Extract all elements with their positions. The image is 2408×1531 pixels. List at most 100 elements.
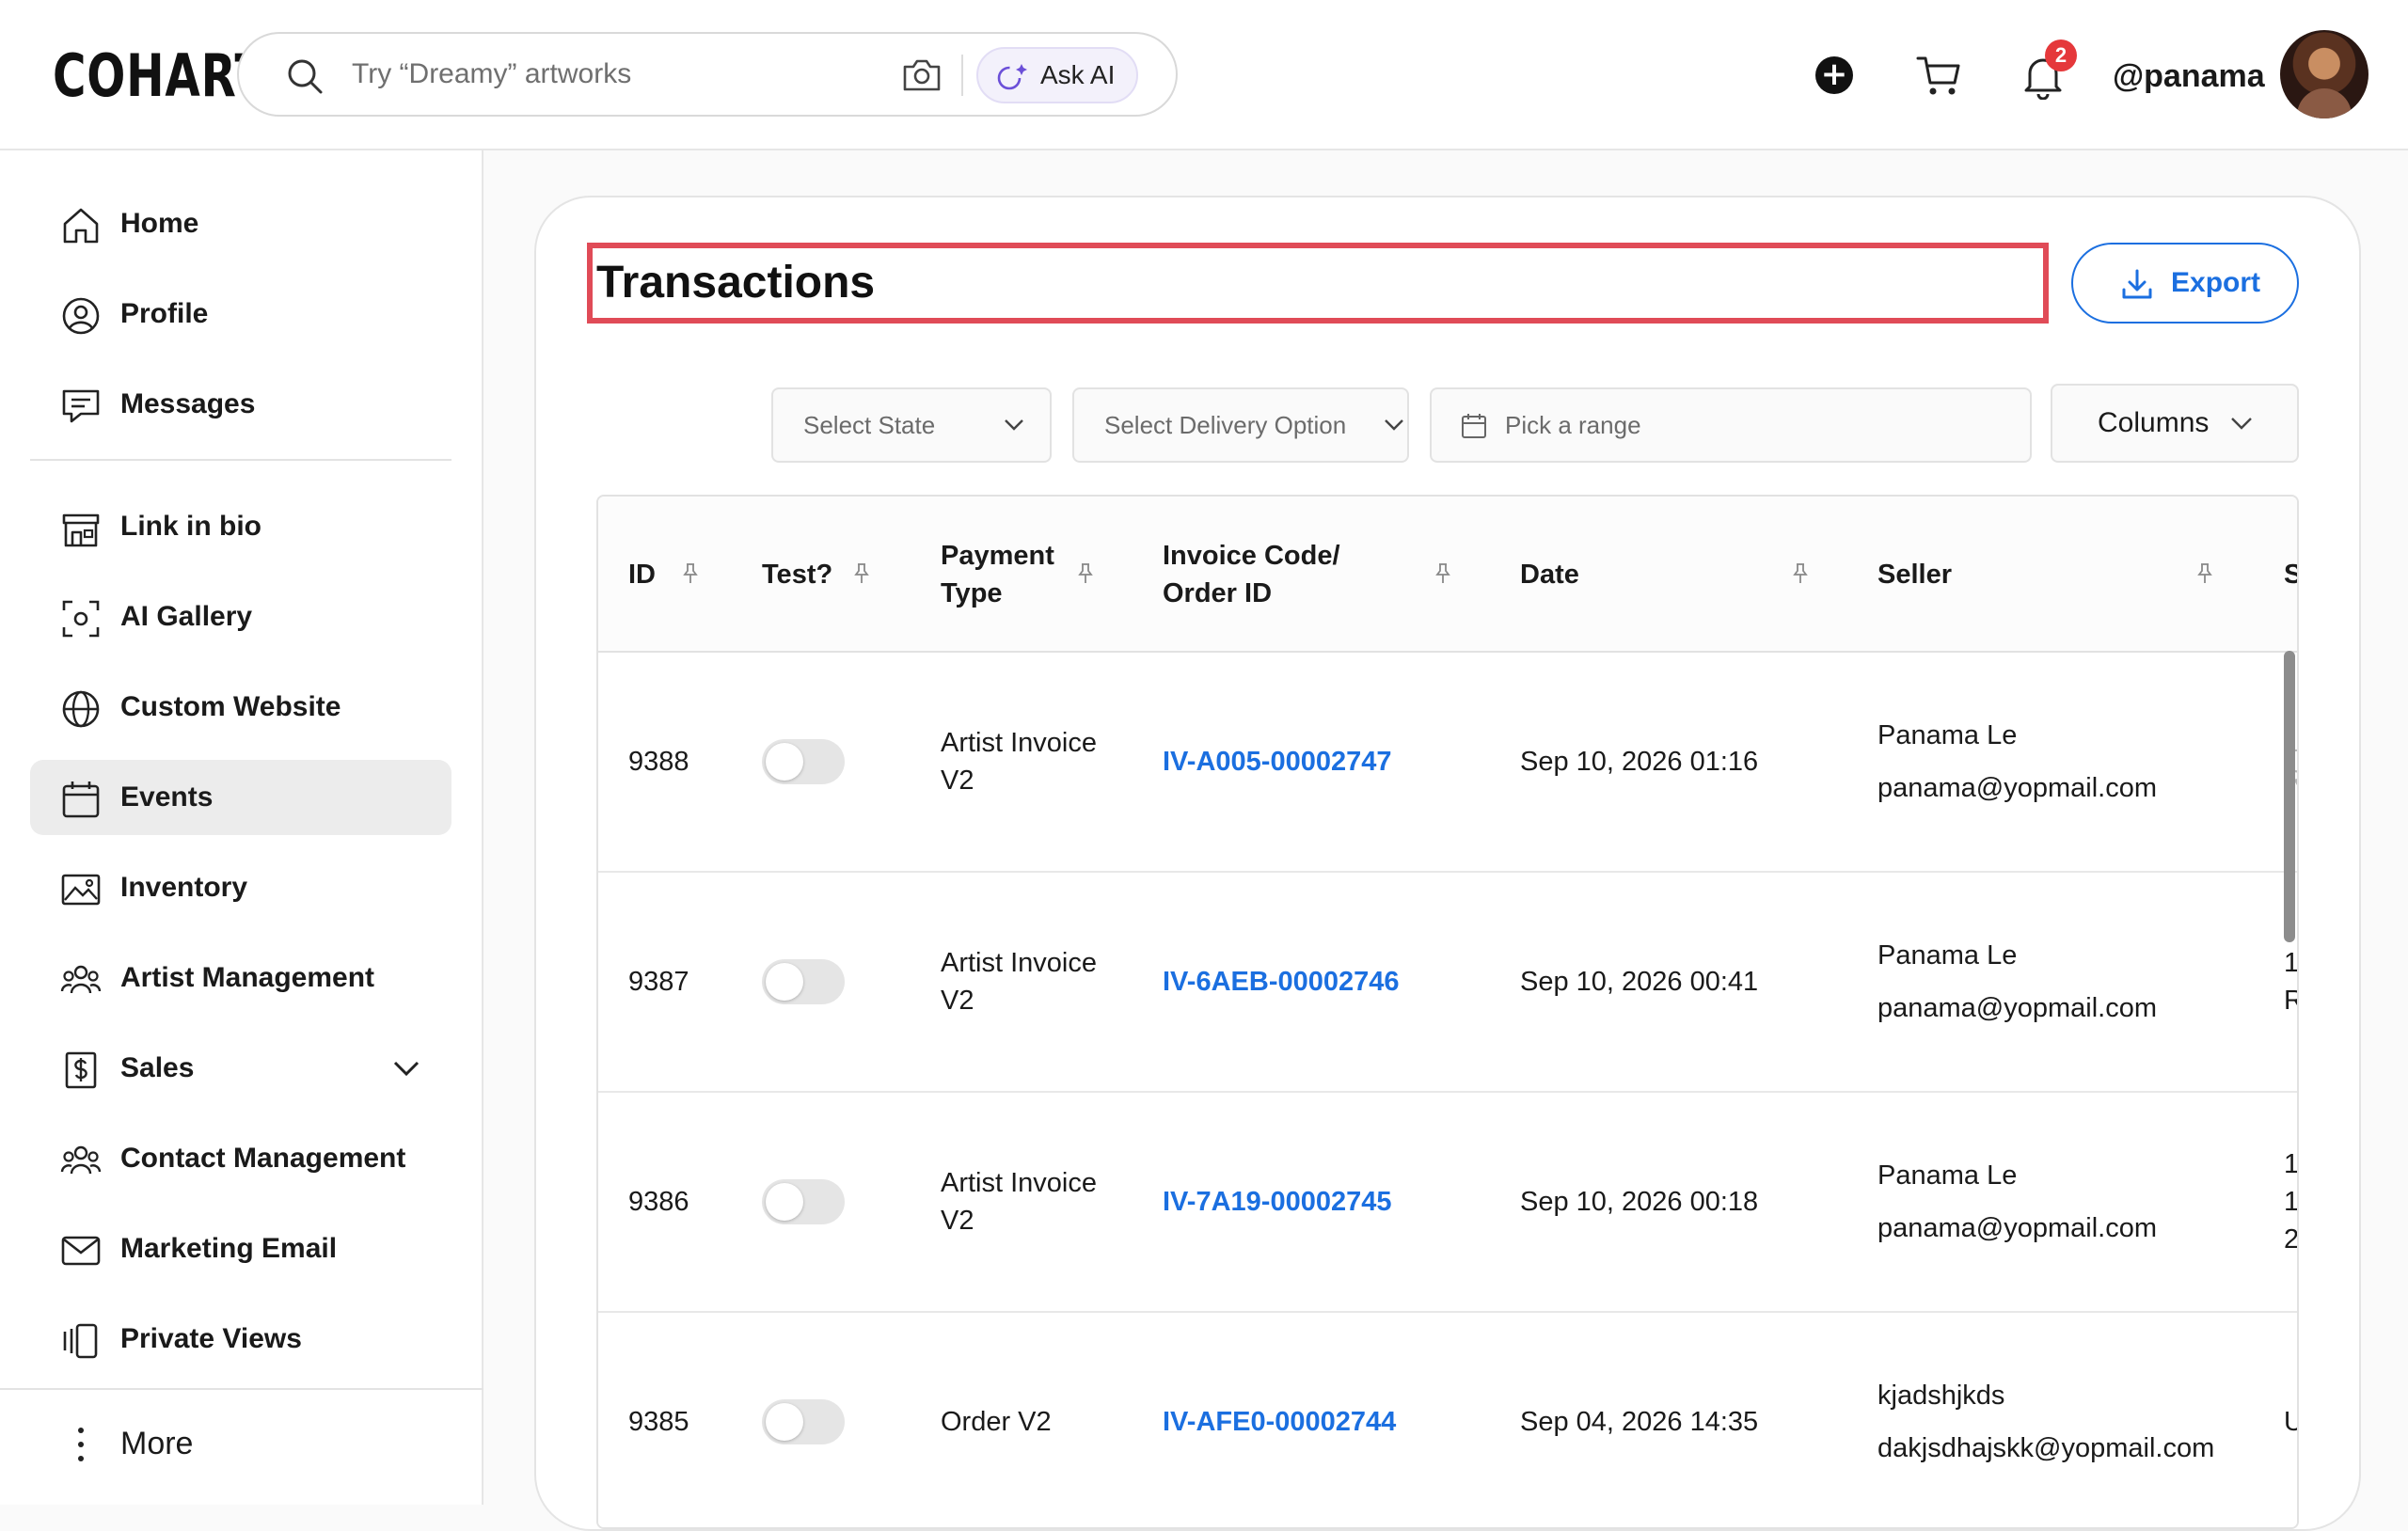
sidebar-item-label: Inventory — [120, 872, 248, 903]
chevron-down-icon[interactable] — [391, 1055, 421, 1081]
cell-seller-name: Panama Le — [1877, 1160, 2018, 1191]
message-icon — [62, 389, 100, 423]
sidebar-item-label: Profile — [120, 298, 209, 329]
calendar-icon — [1462, 414, 1486, 438]
cell-id: 9385 — [628, 1407, 689, 1437]
cell-next-line2: 1: — [2284, 1187, 2299, 1217]
sidebar-item-private-views[interactable]: Private Views — [30, 1302, 452, 1377]
invoice-link[interactable]: IV-6AEB-00002746 — [1163, 963, 1400, 1001]
search-input[interactable]: Try “Dreamy” artworks — [352, 34, 631, 115]
sidebar-item-sales[interactable]: Sales — [30, 1031, 452, 1106]
cohart-logo[interactable]: COHART — [53, 43, 266, 109]
cell-payment-type-line1: Artist Invoice — [941, 948, 1097, 978]
cell-payment-type-line2: V2 — [941, 766, 974, 796]
cell-seller-email: panama@yopmail.com — [1877, 993, 2158, 1023]
sidebar-item-label: Link in bio — [120, 511, 261, 542]
date-range-picker[interactable]: Pick a range — [1430, 387, 2032, 463]
sidebar-item-link-in-bio[interactable]: Link in bio — [30, 489, 452, 564]
cell-date: Sep 04, 2026 14:35 — [1520, 1407, 1759, 1437]
scan-icon — [62, 600, 100, 638]
cell-seller-name: Panama Le — [1877, 940, 2018, 971]
column-header-next[interactable]: S — [2284, 497, 2297, 653]
search-bar[interactable]: Try “Dreamy” artworks Ask AI — [237, 32, 1178, 117]
pin-icon[interactable] — [1791, 561, 1810, 586]
camera-icon[interactable] — [901, 55, 943, 93]
storefront-icon — [62, 513, 100, 547]
sidebar-item-events[interactable]: Events — [30, 760, 452, 835]
contacts-icon — [60, 1145, 102, 1175]
select-delivery-dropdown[interactable]: Select Delivery Option — [1072, 387, 1409, 463]
home-icon — [63, 208, 99, 244]
test-toggle[interactable] — [762, 1399, 845, 1444]
cell-next-line1: U — [2284, 1403, 2297, 1441]
sidebar-item-home[interactable]: Home — [30, 186, 452, 261]
invoice-link[interactable]: IV-A005-00002747 — [1163, 743, 1391, 781]
column-header-seller[interactable]: Seller — [1877, 497, 1952, 653]
pin-icon[interactable] — [681, 561, 700, 586]
export-button[interactable]: Export — [2071, 243, 2299, 324]
users-icon — [60, 965, 102, 994]
invoice-link[interactable]: IV-AFE0-00002744 — [1163, 1403, 1396, 1441]
calendar-icon — [62, 781, 100, 818]
page-title: Transactions — [596, 258, 876, 308]
sidebar-item-label: Artist Management — [120, 962, 375, 993]
sidebar-more[interactable]: More — [30, 1401, 452, 1486]
payment-header-line1: Payment — [941, 541, 1054, 571]
pin-icon[interactable] — [1076, 561, 1095, 586]
sidebar-item-label: Events — [120, 781, 214, 813]
more-vertical-icon — [78, 1428, 84, 1461]
ask-ai-button[interactable]: Ask AI — [976, 47, 1138, 103]
sidebar-item-messages[interactable]: Messages — [30, 367, 452, 442]
pin-icon[interactable] — [2195, 561, 2214, 586]
sidebar-item-ai-gallery[interactable]: AI Gallery — [30, 579, 452, 655]
columns-dropdown[interactable]: Columns — [2051, 384, 2299, 463]
sidebar-item-profile[interactable]: Profile — [30, 276, 452, 352]
sidebar-item-label: Messages — [120, 388, 256, 419]
sidebar-item-inventory[interactable]: Inventory — [30, 850, 452, 925]
cell-payment-type-line2: V2 — [941, 1206, 974, 1236]
invoice-link[interactable]: IV-7A19-00002745 — [1163, 1183, 1391, 1221]
column-header-id[interactable]: ID — [628, 497, 656, 653]
sidebar-item-contact-management[interactable]: Contact Management — [30, 1121, 452, 1196]
sidebar-item-label: Private Views — [120, 1323, 302, 1354]
cell-next-line2: R — [2284, 982, 2297, 1019]
sidebar-item-marketing-email[interactable]: Marketing Email — [30, 1211, 452, 1286]
cell-seller-name: Panama Le — [1877, 720, 2018, 750]
test-toggle[interactable] — [762, 1179, 845, 1224]
sidebar-item-label: Sales — [120, 1052, 195, 1083]
column-header-test[interactable]: Test? — [762, 497, 832, 653]
profile-icon — [62, 297, 100, 335]
avatar[interactable] — [2280, 30, 2368, 118]
table-row[interactable]: 9387 Artist Invoice V2 IV-6AEB-00002746 … — [598, 873, 2297, 1093]
column-header-payment-type[interactable]: Payment Type — [941, 497, 1054, 653]
image-icon — [61, 874, 101, 906]
globe-icon — [62, 690, 100, 728]
cell-next-line3: 2 — [2284, 1224, 2299, 1255]
username[interactable]: @panama — [2113, 53, 2265, 100]
search-icon — [288, 59, 323, 94]
table-row[interactable]: 9388 Artist Invoice V2 IV-A005-00002747 … — [598, 653, 2297, 873]
search-divider — [961, 55, 963, 96]
sidebar-item-label: Contact Management — [120, 1143, 406, 1174]
column-header-invoice-code[interactable]: Invoice Code/ Order ID — [1163, 497, 1340, 653]
cell-id: 9386 — [628, 1187, 689, 1217]
test-toggle[interactable] — [762, 959, 845, 1004]
column-header-date[interactable]: Date — [1520, 497, 1579, 653]
pin-icon[interactable] — [852, 561, 871, 586]
sidebar: Home Profile Messages Link in bio AI Gal… — [0, 150, 483, 1505]
test-toggle[interactable] — [762, 739, 845, 784]
table-row[interactable]: 9386 Artist Invoice V2 IV-7A19-00002745 … — [598, 1093, 2299, 1313]
sidebar-item-custom-website[interactable]: Custom Website — [30, 670, 452, 745]
select-state-dropdown[interactable]: Select State — [771, 387, 1052, 463]
sidebar-divider — [30, 459, 452, 461]
create-plus-icon[interactable]: + — [1815, 56, 1853, 94]
sidebar-item-artist-management[interactable]: Artist Management — [30, 940, 452, 1016]
cart-icon[interactable] — [1915, 53, 1962, 98]
table-scrollbar[interactable] — [2284, 651, 2295, 942]
cell-date: Sep 10, 2026 01:16 — [1520, 747, 1759, 777]
columns-label: Columns — [2098, 407, 2210, 438]
table-row[interactable]: 9385 Order V2 IV-AFE0-00002744 Sep 04, 2… — [598, 1313, 2297, 1527]
export-label: Export — [2171, 267, 2261, 298]
pin-icon[interactable] — [1434, 561, 1452, 586]
download-icon — [2122, 269, 2152, 299]
